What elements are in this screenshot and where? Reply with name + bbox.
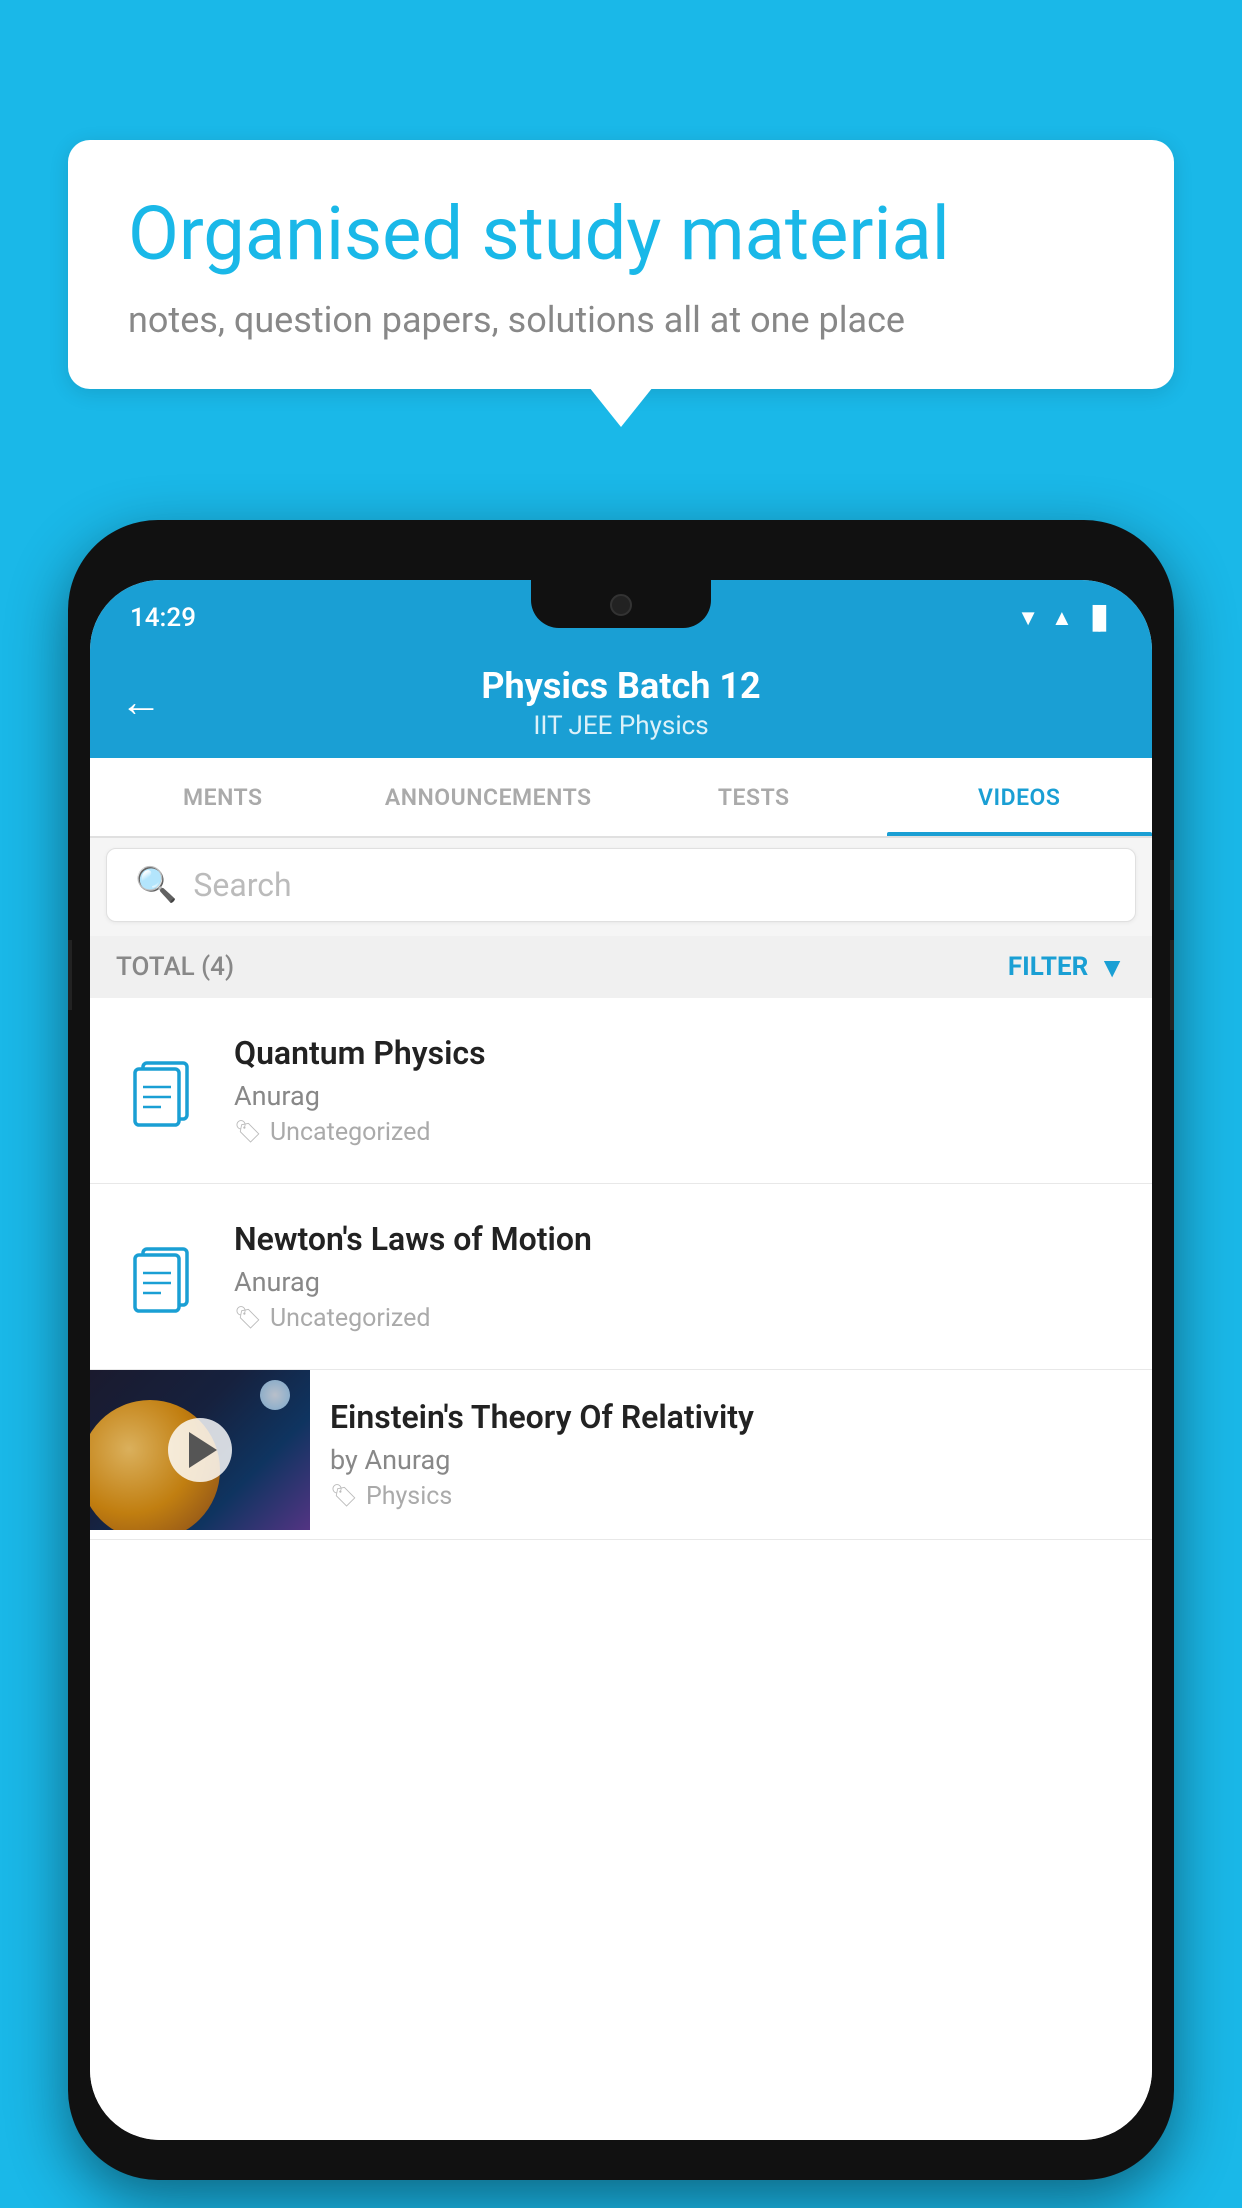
power-button [1170, 860, 1174, 910]
tag-label: Uncategorized [270, 1304, 431, 1333]
filter-icon: ▼ [1098, 951, 1126, 984]
video-thumbnail [90, 1370, 310, 1530]
notch [531, 580, 711, 628]
status-icons: ▼ ▲ ▐▌ [1017, 605, 1112, 631]
filter-button[interactable]: FILTER ▼ [1008, 951, 1126, 984]
bubble-subtitle: notes, question papers, solutions all at… [128, 299, 1114, 341]
tab-videos[interactable]: VIDEOS [887, 758, 1153, 836]
tab-bar: MENTS ANNOUNCEMENTS TESTS VIDEOS [90, 758, 1152, 838]
signal-icon: ▲ [1051, 605, 1073, 631]
tag-label: Uncategorized [270, 1118, 431, 1147]
tag-icon: 🏷 [330, 1484, 358, 1509]
volume-down-button [1170, 940, 1174, 1030]
file-icon [116, 1046, 206, 1136]
status-time: 14:29 [130, 603, 196, 633]
total-count: TOTAL (4) [116, 952, 234, 982]
bubble-title: Organised study material [128, 192, 1114, 277]
tab-tests[interactable]: TESTS [621, 758, 887, 836]
video-tag: 🏷 Uncategorized [234, 1118, 1126, 1147]
video-tag: 🏷 Uncategorized [234, 1304, 1126, 1333]
video-title: Quantum Physics [234, 1034, 1126, 1072]
tag-icon: 🏷 [234, 1306, 262, 1331]
speech-bubble: Organised study material notes, question… [68, 140, 1174, 389]
phone-frame: 14:29 ▼ ▲ ▐▌ ← Physics Batch 12 IIT JEE … [68, 520, 1174, 2180]
camera [610, 594, 632, 616]
tab-ments[interactable]: MENTS [90, 758, 356, 836]
video-info: Einstein's Theory Of Relativity by Anura… [310, 1370, 1152, 1539]
list-item[interactable]: Newton's Laws of Motion Anurag 🏷 Uncateg… [90, 1184, 1152, 1370]
video-info: Quantum Physics Anurag 🏷 Uncategorized [234, 1034, 1126, 1147]
star-decoration [260, 1380, 290, 1410]
search-bar[interactable]: 🔍 Search [106, 848, 1136, 922]
filter-bar: TOTAL (4) FILTER ▼ [90, 936, 1152, 998]
video-title: Einstein's Theory Of Relativity [330, 1398, 1132, 1436]
back-button[interactable]: ← [120, 682, 162, 724]
play-button[interactable] [168, 1418, 232, 1482]
search-placeholder: Search [193, 866, 291, 904]
battery-icon: ▐▌ [1085, 605, 1112, 631]
tab-announcements[interactable]: ANNOUNCEMENTS [356, 758, 622, 836]
video-tag: 🏷 Physics [330, 1482, 1132, 1511]
page-subtitle: IIT JEE Physics [533, 711, 708, 741]
file-icon [116, 1232, 206, 1322]
tag-icon: 🏷 [234, 1120, 262, 1145]
page-title: Physics Batch 12 [481, 665, 760, 707]
video-title: Newton's Laws of Motion [234, 1220, 1126, 1258]
video-author: Anurag [234, 1080, 1126, 1112]
app-bar: ← Physics Batch 12 IIT JEE Physics [90, 648, 1152, 758]
list-item[interactable]: Quantum Physics Anurag 🏷 Uncategorized [90, 998, 1152, 1184]
video-list: Quantum Physics Anurag 🏷 Uncategorized [90, 998, 1152, 2140]
list-item[interactable]: Einstein's Theory Of Relativity by Anura… [90, 1370, 1152, 1540]
video-author: Anurag [234, 1266, 1126, 1298]
video-info: Newton's Laws of Motion Anurag 🏷 Uncateg… [234, 1220, 1126, 1333]
tag-label: Physics [366, 1482, 452, 1511]
phone-screen: 14:29 ▼ ▲ ▐▌ ← Physics Batch 12 IIT JEE … [90, 580, 1152, 2140]
volume-button [68, 940, 72, 1010]
play-icon [189, 1432, 217, 1468]
filter-label: FILTER [1008, 952, 1088, 982]
search-icon: 🔍 [135, 865, 177, 905]
wifi-icon: ▼ [1017, 605, 1039, 631]
video-author: by Anurag [330, 1444, 1132, 1476]
